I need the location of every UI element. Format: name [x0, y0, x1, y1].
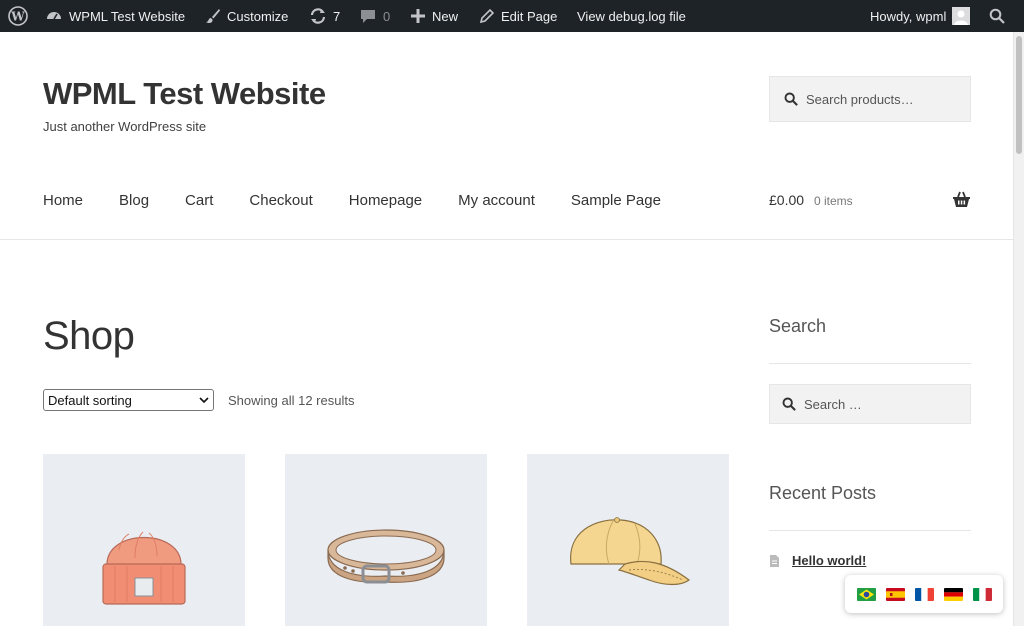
cart-item-count[interactable]: 0 items [814, 194, 853, 208]
language-switcher [845, 575, 1003, 613]
header-divider [0, 239, 1013, 240]
new-label: New [432, 8, 459, 24]
search-icon [989, 8, 1005, 24]
updates-button[interactable]: 7 [309, 0, 340, 32]
sorting-selected-value: Default sorting [48, 392, 132, 408]
product-card[interactable] [527, 454, 729, 626]
updates-icon [310, 8, 326, 24]
sidebar-search-placeholder: Search … [804, 396, 862, 412]
result-count: Showing all 12 results [228, 393, 355, 408]
site-tagline: Just another WordPress site [43, 119, 207, 134]
site-title[interactable]: WPML Test Website [43, 76, 326, 112]
shopping-basket-icon[interactable] [952, 191, 971, 213]
nav-item-cart[interactable]: Cart [185, 190, 213, 212]
product-search-placeholder: Search products… [806, 91, 914, 107]
scrollbar-thumb[interactable] [1016, 36, 1022, 154]
edit-page-label: Edit Page [501, 8, 558, 24]
comment-icon [361, 10, 375, 23]
primary-navigation: Home Blog Cart Checkout Homepage My acco… [43, 190, 697, 212]
sidebar-search-input[interactable]: Search … [769, 384, 971, 424]
admin-bar-site-link[interactable]: WPML Test Website [45, 0, 185, 32]
nav-item-blog[interactable]: Blog [119, 190, 149, 212]
france-flag[interactable] [914, 587, 934, 601]
nav-item-checkout[interactable]: Checkout [249, 190, 312, 212]
product-card[interactable] [43, 454, 245, 626]
germany-flag[interactable] [943, 587, 963, 601]
admin-bar-site-name: WPML Test Website [69, 8, 186, 24]
nav-item-homepage[interactable]: Homepage [349, 190, 422, 212]
recent-post-item: Hello world! [769, 553, 866, 568]
widget-divider [769, 363, 971, 364]
product-card[interactable] [285, 454, 487, 626]
comments-count: 0 [383, 8, 391, 24]
page-scrollbar[interactable] [1013, 32, 1024, 626]
edit-page-button[interactable]: Edit Page [479, 0, 557, 32]
avatar [952, 7, 971, 25]
chevron-down-icon [199, 396, 209, 403]
updates-count: 7 [333, 8, 341, 24]
page-title: Shop [43, 314, 135, 358]
nav-item-home[interactable]: Home [43, 190, 83, 212]
recent-post-link[interactable]: Hello world! [792, 553, 866, 568]
dashboard-icon [47, 12, 61, 20]
search-icon [782, 397, 796, 411]
nav-item-sample-page[interactable]: Sample Page [571, 190, 661, 212]
sorting-select[interactable]: Default sorting [43, 389, 214, 411]
user-icon [952, 7, 971, 25]
debug-log-label: View debug.log file [577, 8, 686, 24]
cart-total[interactable]: £0.00 [769, 192, 804, 208]
customize-button[interactable]: Customize [205, 0, 288, 32]
admin-search-button[interactable] [989, 0, 1005, 32]
search-icon [784, 92, 798, 106]
widget-divider [769, 530, 971, 531]
pencil-icon [479, 8, 495, 24]
new-content-button[interactable]: New [410, 0, 458, 32]
document-icon [770, 554, 779, 567]
howdy-label: Howdy, wpml [870, 8, 947, 24]
belt-image [327, 529, 445, 584]
comments-button[interactable]: 0 [359, 0, 390, 32]
cap-image [570, 517, 691, 586]
wordpress-logo-button[interactable]: W [8, 0, 28, 32]
account-menu[interactable]: Howdy, wpml [870, 0, 971, 32]
nav-item-my-account[interactable]: My account [458, 190, 535, 212]
beanie-image [102, 531, 186, 605]
customize-label: Customize [227, 8, 289, 24]
product-search-input[interactable]: Search products… [769, 76, 971, 122]
debug-log-link[interactable]: View debug.log file [577, 0, 686, 32]
recent-posts-title: Recent Posts [769, 483, 877, 503]
svg-text:W: W [10, 10, 25, 24]
search-widget-title: Search [769, 316, 827, 336]
italy-flag[interactable] [972, 587, 992, 601]
brazil-flag[interactable] [856, 587, 876, 601]
plus-icon [411, 9, 425, 23]
wordpress-icon: W [8, 6, 28, 26]
admin-bar: W WPML Test Website Customize 7 0 New Ed… [0, 0, 1024, 32]
spain-flag[interactable] [885, 587, 905, 601]
paintbrush-icon [206, 9, 220, 24]
